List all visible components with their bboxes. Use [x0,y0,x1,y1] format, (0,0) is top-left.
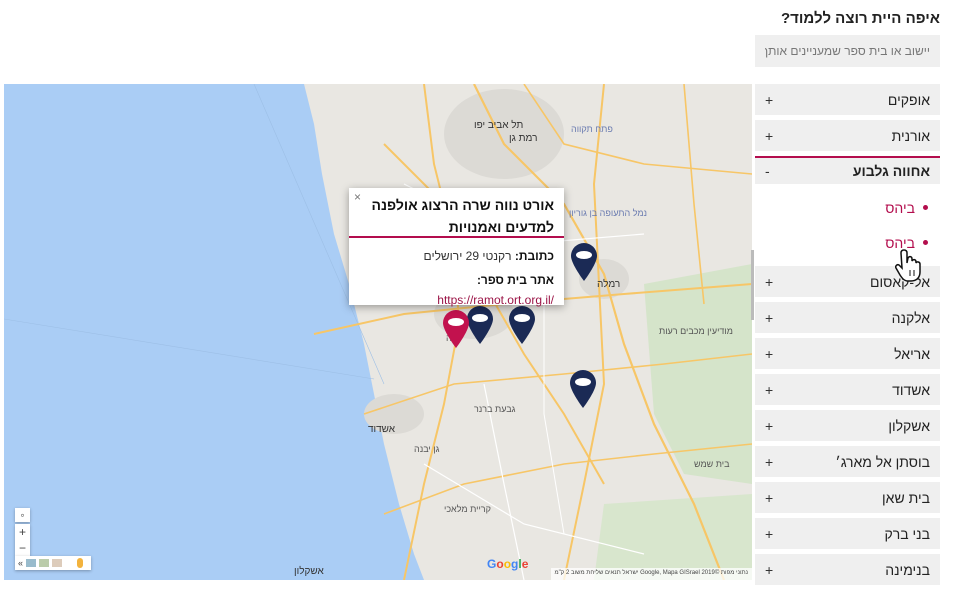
sub-item-label: ביהס [885,199,915,216]
city-list: אופקים + אורנית + אחווה גלבוע - ביהס ביה… [755,84,940,594]
map-label-ashkelon: אשקלון [294,566,324,577]
minus-icon[interactable]: - [765,163,770,179]
map-label-tel-aviv: תל אביב יפו [474,120,524,131]
map-label-kiryat-malakhi: קריית מלאכי [444,504,491,514]
google-logo: Google [487,557,529,571]
map-label-airport: נמל התעופה בן גוריון [569,208,648,218]
site-link[interactable]: https://ramot.ort.org.il/ [437,293,554,307]
list-item[interactable]: אשקלון + [755,410,940,441]
plus-icon[interactable]: + [765,92,773,108]
bullet-icon [923,240,928,245]
school-pin-active[interactable] [441,309,471,349]
search-title: איפה היית רוצה ללמוד? [781,10,940,27]
map-label-gan-yavne: גן יבנה [414,444,440,454]
map-type-control[interactable]: « [15,556,91,570]
list-item-label: אלקנה [891,309,930,326]
terrain-thumb-icon[interactable] [39,559,50,567]
pegman-icon[interactable] [77,558,84,568]
list-item-label: בני ברק [884,525,930,542]
list-item-expanded[interactable]: אחווה גלבוע - [755,156,940,184]
list-item[interactable]: אורנית + [755,120,940,151]
list-scrollbar[interactable] [751,250,754,320]
road-thumb-icon[interactable] [52,559,63,567]
zoom-in-button[interactable]: + [15,524,30,540]
list-item-label: בנימינה [885,561,930,578]
map-label-petah-tikva: פתח תקווה [571,124,613,134]
list-item[interactable]: אריאל + [755,338,940,369]
list-item-label: אחווה גלבוע [852,163,930,179]
list-item[interactable]: אופקים + [755,84,940,115]
plus-icon[interactable]: + [765,418,773,434]
list-item[interactable]: אשדוד + [755,374,940,405]
list-item-label: בוסתן אל מארג׳ [835,453,930,470]
map-label-modiin: מודיעין מכבים רעות [659,326,733,336]
plus-icon[interactable]: + [765,490,773,506]
plus-icon[interactable]: + [765,454,773,470]
sub-item[interactable]: ביהס [755,190,940,225]
hand-cursor-icon [895,249,921,282]
map-label-ramla: רמלה [597,279,621,290]
popup-site: אתר בית ספר: https://ramot.ort.org.il/ [349,270,564,310]
list-item-label: אופקים [887,91,930,108]
close-icon[interactable]: × [354,190,361,204]
plus-icon[interactable]: + [765,274,773,290]
plus-icon[interactable]: + [765,526,773,542]
map-view[interactable]: תל אביב יפו רמת גן פתח תקווה נמל התעופה … [4,84,752,580]
bullet-icon [923,205,928,210]
plus-icon[interactable]: + [765,562,773,578]
search-input[interactable] [755,35,940,67]
map-label-beit-shemesh: בית שמש [694,459,730,469]
list-item[interactable]: אלקנה + [755,302,940,333]
list-item-label: בית שאן [882,489,930,506]
plus-icon[interactable]: + [765,310,773,326]
satellite-thumb-icon[interactable] [26,559,37,567]
list-item-label: אריאל [894,345,930,362]
map-label-ramat-gan: רמת גן [509,133,538,144]
map-attribution[interactable]: נתוני מפות ©2019 Google, Mapa GISrael יש… [550,568,752,580]
address-label: כתובת: [514,249,554,263]
plus-icon[interactable]: + [765,128,773,144]
map-label-ashdod: אשדוד [368,424,396,435]
popup-address: כתובת: רקנטי 29 ירושלים [349,246,564,266]
site-label: אתר בית ספר: [476,273,554,287]
list-item[interactable]: בנימינה + [755,554,940,585]
popup-title: אורט נווה שרה הרצוג אולפנה למדעים ואמנוי… [371,197,554,235]
plus-icon[interactable]: + [765,346,773,362]
school-pin[interactable] [569,242,599,282]
list-item[interactable]: בית שאן + [755,482,940,513]
map-label-givat-brenner: גבעת ברנר [474,404,516,414]
expand-icon[interactable]: « [18,556,23,570]
zoom-control: + − [15,524,30,556]
school-pin[interactable] [568,369,598,409]
list-item-label: אשקלון [888,417,930,434]
list-item[interactable]: בני ברק + [755,518,940,549]
plus-icon[interactable]: + [765,382,773,398]
list-item-label: אורנית [891,127,930,144]
zoom-out-button[interactable]: − [15,540,30,556]
address-value: רקנטי 29 ירושלים [423,249,512,263]
list-item[interactable]: בוסתן אל מארג׳ + [755,446,940,477]
list-item-label: אשדוד [892,381,930,398]
school-pin[interactable] [507,305,537,345]
school-info-popup: × אורט נווה שרה הרצוג אולפנה למדעים ואמנ… [349,188,564,307]
map-base [4,84,752,580]
locate-button[interactable]: ◦ [15,508,30,522]
